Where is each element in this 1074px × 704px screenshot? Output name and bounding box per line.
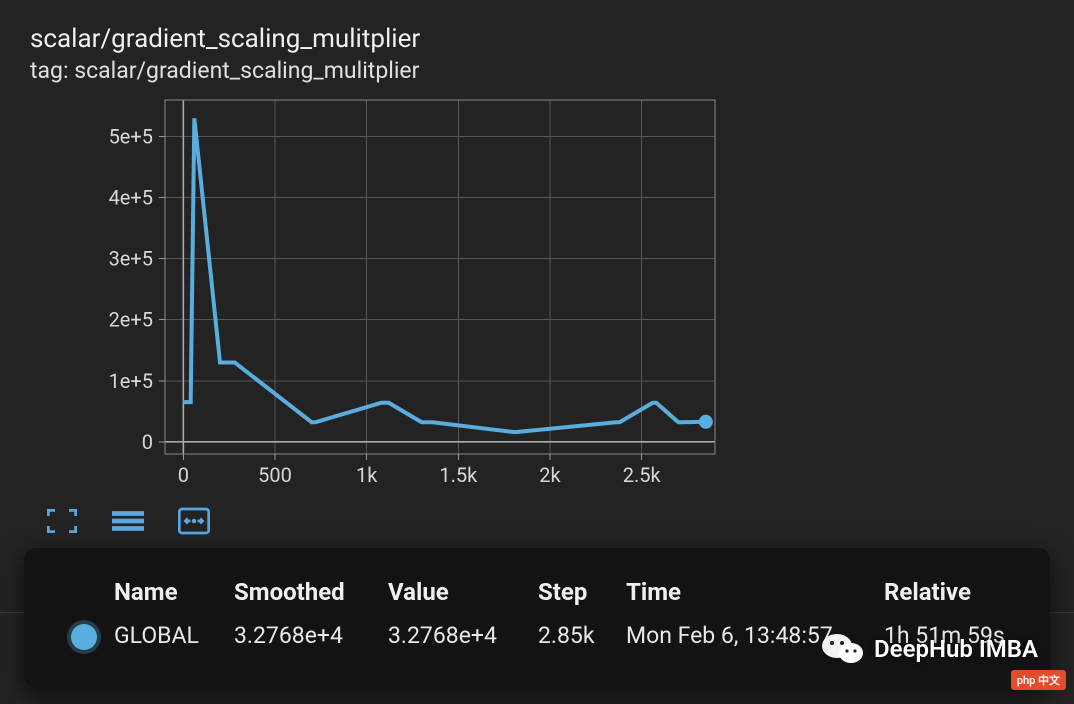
y-tick-label: 2e+5: [109, 308, 153, 332]
corner-badge: php 中文: [1011, 670, 1066, 690]
th-time: Time: [626, 578, 884, 622]
y-tick-label: 4e+5: [109, 186, 153, 210]
chart-header: scalar/gradient_scaling_mulitplier tag: …: [0, 0, 1074, 84]
th-smoothed: Smoothed: [234, 578, 388, 622]
wechat-icon: [822, 632, 864, 666]
chart-toolbar: [0, 494, 1074, 534]
chart-title: scalar/gradient_scaling_mulitplier: [30, 24, 1074, 55]
x-tick-label: 2.5k: [623, 463, 662, 487]
chart-area[interactable]: 0 1e+5 2e+5 3e+5 4e+5 5e+5 0 500 1k 1.5k 2k 2.5k: [95, 94, 725, 494]
chart-tag: tag: scalar/gradient_scaling_mulitplier: [30, 57, 1074, 84]
y-tick-label: 0: [142, 430, 153, 454]
y-tick-label: 1e+5: [109, 369, 153, 393]
th-value: Value: [388, 578, 538, 622]
th-step: Step: [538, 578, 626, 622]
value-tooltip-panel: Name Smoothed Value Step Time Relative G…: [24, 548, 1050, 688]
expand-chart-button[interactable]: [46, 507, 78, 535]
th-relative: Relative: [884, 578, 1020, 622]
th-name: Name: [114, 578, 234, 622]
cell-smoothed: 3.2768e+4: [234, 622, 388, 650]
fit-domain-button[interactable]: [178, 507, 210, 535]
cell-value: 3.2768e+4: [388, 622, 538, 650]
x-tick-label: 0: [178, 463, 189, 487]
current-point-marker: [699, 415, 713, 429]
cell-step: 2.85k: [538, 622, 626, 650]
chart-svg: 0 1e+5 2e+5 3e+5 4e+5 5e+5 0 500 1k 1.5k 2k 2.5k: [95, 94, 725, 494]
x-tick-label: 500: [258, 463, 292, 487]
y-tick-label: 5e+5: [109, 125, 153, 149]
fit-domain-icon: [178, 506, 210, 536]
x-tick-label: 1k: [356, 463, 378, 487]
series-color-swatch: [71, 624, 97, 650]
list-lines-icon: [112, 510, 144, 532]
watermark: DeepHub IMBA: [822, 632, 1038, 666]
expand-icon: [47, 509, 77, 533]
cell-name: GLOBAL: [114, 622, 234, 650]
x-tick-label: 1.5k: [439, 463, 478, 487]
watermark-text: DeepHub IMBA: [874, 635, 1038, 663]
y-tick-label: 3e+5: [109, 247, 153, 271]
x-tick-label: 2k: [539, 463, 561, 487]
toggle-axis-button[interactable]: [112, 507, 144, 535]
series-line: [183, 118, 706, 432]
